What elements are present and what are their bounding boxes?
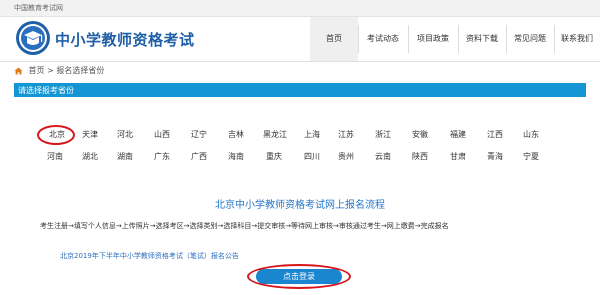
registration-flow-steps: 考生注册→填写个人信息→上传照片→选择考区→选择类别→选择科目→提交审核→等待网… [40, 222, 449, 230]
breadcrumb-home-link[interactable]: 首页 [29, 66, 45, 75]
registration-notice-link[interactable]: 北京2019年下半年中小学教师资格考试（笔试）报名公告 [60, 251, 239, 261]
province-link-shaanxi[interactable]: 陕西 [409, 151, 431, 163]
province-link-liaoning[interactable]: 辽宁 [188, 129, 210, 141]
province-link-henan[interactable]: 河南 [44, 151, 66, 163]
province-link-anhui[interactable]: 安徽 [409, 129, 431, 141]
teacher-cert-logo[interactable] [15, 20, 51, 56]
province-link-shandong[interactable]: 山东 [520, 129, 542, 141]
header-divider [0, 61, 600, 62]
province-link-qinghai[interactable]: 青海 [484, 151, 506, 163]
province-link-ningxia[interactable]: 宁夏 [520, 151, 542, 163]
province-link-hunan[interactable]: 湖南 [114, 151, 136, 163]
province-link-jiangxi[interactable]: 江西 [484, 129, 506, 141]
nav-contact[interactable]: 联系我们 [554, 17, 600, 61]
province-link-hubei[interactable]: 湖北 [79, 151, 101, 163]
province-link-guizhou[interactable]: 贵州 [335, 151, 357, 163]
province-link-yunnan[interactable]: 云南 [372, 151, 394, 163]
province-link-gansu[interactable]: 甘肃 [447, 151, 469, 163]
province-link-zhejiang[interactable]: 浙江 [372, 129, 394, 141]
nav-faq[interactable]: 常见问题 [506, 17, 554, 61]
breadcrumb-current: 报名选择省份 [56, 66, 105, 75]
province-link-jiangsu[interactable]: 江苏 [335, 129, 357, 141]
breadcrumb-separator: > [47, 66, 54, 75]
nav-exam-news[interactable]: 考试动态 [358, 17, 408, 61]
province-link-hainan[interactable]: 海南 [225, 151, 247, 163]
login-button[interactable]: 点击登录 [256, 269, 342, 284]
main-nav: 首页 考试动态 项目政策 资料下载 常见问题 联系我们 [310, 17, 600, 61]
nav-policy[interactable]: 项目政策 [408, 17, 458, 61]
site-title[interactable]: 中小学教师资格考试 [55, 29, 195, 50]
province-link-shanghai[interactable]: 上海 [301, 129, 323, 141]
province-link-guangdong[interactable]: 广东 [151, 151, 173, 163]
province-link-guangxi[interactable]: 广西 [188, 151, 210, 163]
section-title: 请选择报考省份 [18, 86, 74, 95]
province-link-shanxi[interactable]: 山西 [151, 129, 173, 141]
province-link-heilongjiang[interactable]: 黑龙江 [263, 129, 287, 141]
home-icon [14, 67, 23, 74]
province-link-tianjin[interactable]: 天津 [79, 129, 101, 141]
province-link-sichuan[interactable]: 四川 [301, 151, 323, 163]
nav-downloads[interactable]: 资料下载 [458, 17, 506, 61]
province-link-hebei[interactable]: 河北 [114, 129, 136, 141]
section-header-bar: 请选择报考省份 [14, 83, 586, 97]
province-link-fujian[interactable]: 福建 [447, 129, 469, 141]
province-link-jilin[interactable]: 吉林 [225, 129, 247, 141]
breadcrumb: 首页 > 报名选择省份 [14, 65, 104, 77]
province-link-chongqing[interactable]: 重庆 [263, 151, 285, 163]
top-utility-bar: 中国教育考试网 [0, 0, 600, 17]
province-link-beijing[interactable]: 北京 [46, 129, 68, 141]
registration-flow-title: 北京中小学教师资格考试网上报名流程 [215, 200, 385, 211]
top-utility-bar-text[interactable]: 中国教育考试网 [14, 3, 63, 13]
site-header: 中小学教师资格考试 首页 考试动态 项目政策 资料下载 常见问题 联系我们 [0, 17, 600, 61]
nav-home[interactable]: 首页 [310, 17, 358, 61]
